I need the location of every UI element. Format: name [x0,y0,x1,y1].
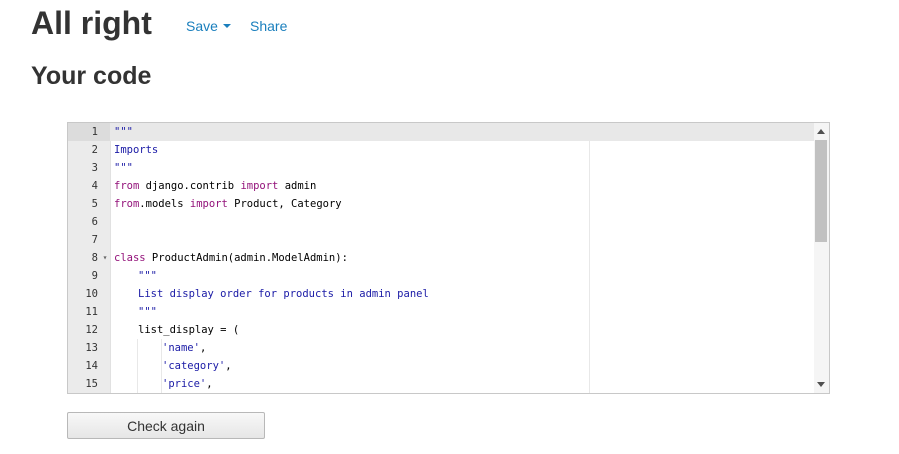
code-lines[interactable]: 1 """ 2 Imports 3 """ 4 from django.contrib imp… [68,123,814,393]
code-text: 'name', [162,339,206,357]
code-token: , [206,378,213,390]
section-title: Your code [31,62,152,90]
code-text: list_display = ( [138,321,239,339]
code-token: , [199,342,207,354]
code-line[interactable]: 2 Imports [68,141,814,159]
code-text: Imports [114,141,158,159]
line-number: 4 [91,180,98,192]
code-text: from.models import Product, Category [114,195,342,213]
vertical-scrollbar[interactable] [814,123,829,393]
code-text: 'price', [162,375,213,393]
line-number: 13 [85,342,98,354]
page-title: All right [31,5,152,41]
string-token: """ [138,270,157,282]
save-label: Save [186,18,218,34]
code-line[interactable]: 4 from django.contrib import admin [68,177,814,195]
indent-guide [137,339,138,357]
code-line[interactable]: 14 'category', [68,357,814,375]
code-text: """ [114,123,133,141]
code-text: from django.contrib import admin [114,177,316,195]
line-number: 7 [91,234,98,246]
keyword-token: from [114,180,140,192]
code-text: """ [114,159,133,177]
keyword-token: import [240,180,279,192]
caret-down-icon [222,24,231,29]
line-number: 10 [85,288,98,300]
string-token: """ [114,162,133,174]
code-line[interactable]: 8 ▾ class ProductAdmin(admin.ModelAdmin): [68,249,814,267]
code-line[interactable]: 3 """ [68,159,814,177]
line-number: 9 [91,270,98,282]
string-token: 'name' [162,342,200,354]
code-line[interactable]: 11 """ [68,303,814,321]
indent-guide [137,357,138,375]
keyword-token: from [114,198,140,210]
code-editor[interactable]: 1 """ 2 Imports 3 """ 4 from django.contrib imp… [67,122,830,394]
line-number: 3 [91,162,98,174]
code-line[interactable]: 12 list_display = ( [68,321,814,339]
code-token: .models [139,198,190,210]
code-line[interactable]: 10 List display order for products in adm… [68,285,814,303]
code-line[interactable]: 15 'price', [68,375,814,393]
arrow-up-icon[interactable] [817,129,825,134]
code-token: admin [278,180,317,192]
line-number: 11 [85,306,98,318]
string-token: """ [114,126,133,138]
code-line[interactable]: 7 [68,231,814,249]
string-token: 'price' [162,378,207,390]
arrow-down-icon[interactable] [817,382,825,387]
code-line[interactable]: 9 """ [68,267,814,285]
save-dropdown-button[interactable]: Save [186,17,231,35]
code-text: class ProductAdmin(admin.ModelAdmin): [114,249,348,267]
code-line[interactable]: 5 from.models import Product, Category [68,195,814,213]
page-header: All right Save Share [31,4,891,44]
check-again-button[interactable]: Check again [67,412,265,439]
code-text: List display order for products in admin… [138,285,429,303]
code-text: """ [138,303,157,321]
code-token: list_display = ( [138,324,240,336]
line-number: 12 [85,324,98,336]
code-line[interactable]: 1 """ [68,123,814,141]
string-token: """ [138,306,157,318]
code-token: Product, Category [227,198,342,210]
line-number: 14 [85,360,98,372]
string-token: List display order for products in admin… [138,288,429,300]
line-number: 5 [91,198,98,210]
code-token: , [225,360,232,372]
code-token: django.contrib [139,180,241,192]
string-token: 'category' [162,360,226,372]
code-token: ProductAdmin(admin.ModelAdmin): [145,252,348,264]
line-number: 2 [91,144,98,156]
fold-arrow-icon[interactable]: ▾ [101,249,109,267]
share-link[interactable]: Share [250,17,287,35]
string-token: Imports [114,144,159,156]
keyword-token: class [114,252,146,264]
indent-guide [137,375,138,393]
scroll-thumb[interactable] [815,140,827,242]
line-number: 1 [68,123,110,141]
line-number: 15 [85,378,98,390]
code-text: """ [138,267,157,285]
code-line[interactable]: 13 'name', [68,339,814,357]
code-text: 'category', [162,357,232,375]
line-number: 6 [91,216,98,228]
code-line[interactable]: 6 [68,213,814,231]
keyword-token: import [189,198,228,210]
